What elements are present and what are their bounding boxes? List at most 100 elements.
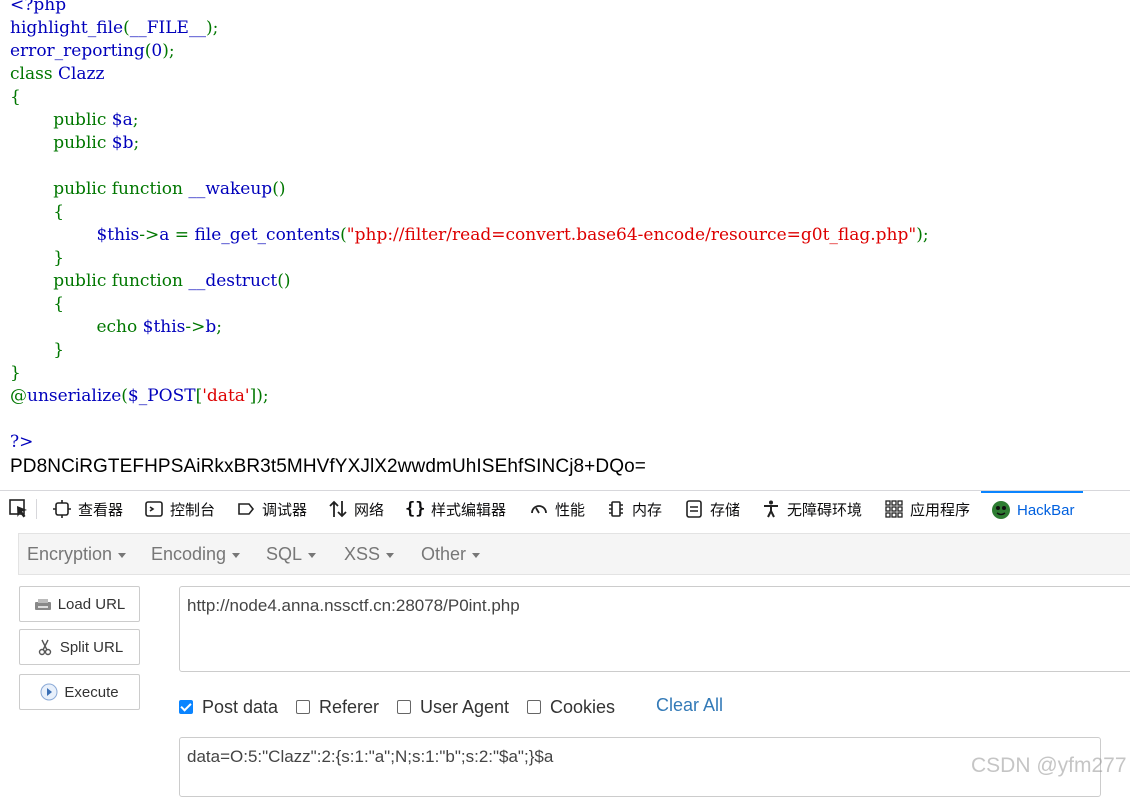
page-output-text: PD8NCiRGTEFHPSAiRkxBR3t5MHVfYXJlX2wwdmUh…: [10, 456, 646, 477]
code-token: (): [277, 271, 291, 291]
code-token: (: [123, 18, 130, 38]
code-token: public: [10, 133, 112, 153]
code-token: public: [10, 110, 112, 130]
code-token: {: [10, 87, 21, 107]
post-data-checkbox[interactable]: [179, 700, 193, 714]
caret-down-icon: [472, 552, 481, 558]
code-token: }: [10, 248, 65, 268]
execute-button[interactable]: Execute: [19, 674, 140, 710]
caret-down-icon: [386, 552, 395, 558]
csdn-watermark: CSDN @yfm277: [971, 754, 1127, 777]
tab-label: HackBar: [1017, 501, 1075, 519]
play-icon: [40, 683, 58, 701]
code-line: {: [10, 293, 929, 316]
tab-label: 性能: [555, 501, 586, 519]
referer-option[interactable]: Referer: [296, 695, 379, 719]
performance-icon: [531, 505, 547, 514]
user-agent-option[interactable]: User Agent: [397, 695, 509, 719]
load-url-button[interactable]: Load URL: [19, 586, 140, 622]
code-token: ]);: [249, 386, 269, 406]
menu-label: Other: [421, 544, 467, 564]
code-line: }: [10, 247, 929, 270]
tab-hackbar[interactable]: HackBar: [981, 491, 1083, 527]
hackbar-menu: Encryption Encoding SQL XSS Other: [18, 533, 1130, 575]
code-token: 0: [151, 41, 163, 61]
code-token: <?php: [10, 0, 67, 15]
code-token: @: [10, 386, 27, 406]
post-data-input[interactable]: data=O:5:"Clazz":2:{s:1:"a";N;s:1:"b";s:…: [179, 737, 1101, 797]
network-icon: [329, 500, 347, 518]
tab-label: 网络: [354, 501, 385, 519]
hackbar-icon: [992, 501, 1010, 519]
menu-other[interactable]: Other: [421, 534, 481, 574]
clear-all-link[interactable]: Clear All: [656, 695, 723, 716]
code-token: $b: [111, 133, 134, 153]
option-label: Cookies: [550, 696, 616, 717]
tab-label: 调试器: [262, 501, 308, 519]
code-token: __wakeup: [188, 179, 273, 199]
accessibility-icon: [764, 500, 778, 518]
code-token: public function: [10, 271, 189, 291]
code-token: );: [916, 225, 929, 245]
tab-console[interactable]: 控制台: [144, 491, 215, 527]
code-token: {: [10, 294, 65, 314]
element-picker-icon[interactable]: [8, 498, 30, 520]
code-line: public function __wakeup(): [10, 178, 929, 201]
cookies-checkbox[interactable]: [527, 700, 541, 714]
code-token: class: [10, 64, 58, 84]
menu-sql[interactable]: SQL: [266, 534, 317, 574]
code-token: );: [162, 41, 175, 61]
menu-encoding[interactable]: Encoding: [151, 534, 241, 574]
caret-down-icon: [308, 552, 317, 558]
scissors-icon: [38, 639, 52, 656]
menu-xss[interactable]: XSS: [344, 534, 395, 574]
tab-inspector[interactable]: 查看器: [52, 491, 123, 527]
tab-label: 应用程序: [910, 501, 971, 519]
code-line: class Clazz: [10, 63, 929, 86]
code-line: echo $this->b;: [10, 316, 929, 339]
code-token: public function: [10, 179, 189, 199]
tab-application[interactable]: 应用程序: [884, 491, 970, 527]
user-agent-checkbox[interactable]: [397, 700, 411, 714]
code-token: __FILE__: [129, 18, 206, 38]
tab-debugger[interactable]: 调试器: [236, 491, 307, 527]
style-editor-icon: {}: [405, 499, 426, 519]
button-label: Load URL: [57, 595, 126, 613]
code-token: 'data': [202, 386, 250, 406]
menu-encryption[interactable]: Encryption: [27, 534, 127, 574]
code-token: echo: [10, 317, 143, 337]
post-data-option[interactable]: Post data: [179, 695, 278, 719]
code-token: (: [121, 386, 128, 406]
tab-accessibility[interactable]: 无障碍环境: [761, 491, 862, 527]
code-token: b: [205, 317, 217, 337]
code-token: file_get_contents: [194, 225, 341, 245]
menu-label: Encryption: [27, 544, 113, 564]
tab-storage[interactable]: 存储: [684, 491, 740, 527]
option-label: User Agent: [420, 696, 510, 717]
code-token: error_reporting: [10, 41, 145, 61]
tab-style-editor[interactable]: {} 样式编辑器: [405, 491, 506, 527]
code-token: }: [10, 363, 21, 383]
memory-icon: [609, 501, 623, 517]
code-line: error_reporting(0);: [10, 40, 929, 63]
code-token: __destruct: [188, 271, 278, 291]
code-line: public $b;: [10, 132, 929, 155]
code-token: a: [159, 225, 175, 245]
tab-network[interactable]: 网络: [328, 491, 384, 527]
code-line: }: [10, 339, 929, 362]
console-icon: [145, 501, 163, 517]
code-token: ;: [133, 133, 140, 153]
url-input[interactable]: http://node4.anna.nssctf.cn:28078/P0int.…: [179, 586, 1130, 672]
option-label: Referer: [319, 696, 380, 717]
code-token: (): [272, 179, 286, 199]
code-token: ->: [139, 225, 160, 245]
code-token: highlight_file: [10, 18, 124, 38]
cookies-option[interactable]: Cookies: [527, 695, 615, 719]
split-url-button[interactable]: Split URL: [19, 629, 140, 665]
tab-performance[interactable]: 性能: [529, 491, 585, 527]
referer-checkbox[interactable]: [296, 700, 310, 714]
tab-memory[interactable]: 内存: [606, 491, 662, 527]
button-label: Execute: [64, 683, 119, 701]
